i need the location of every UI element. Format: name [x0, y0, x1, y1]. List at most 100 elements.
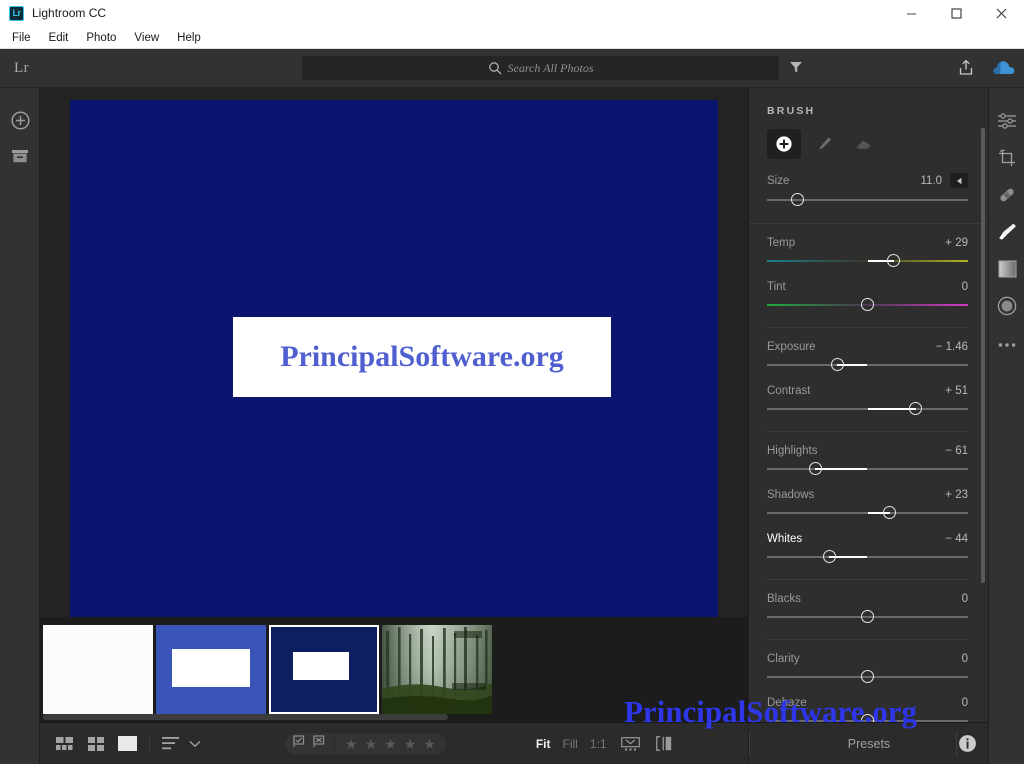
slider-knob[interactable]: [861, 298, 874, 311]
photo-canvas[interactable]: PrincipalSoftware.org: [40, 88, 748, 618]
window-titlebar: Lr Lightroom CC: [0, 0, 1024, 27]
slider-blacks: Blacks 0: [767, 580, 968, 624]
slider-label: Contrast: [767, 385, 811, 397]
photo-watermark: PrincipalSoftware.org: [233, 317, 611, 397]
zoom-fit-button[interactable]: Fit: [536, 737, 551, 751]
list-item[interactable]: [382, 625, 492, 714]
slider-value: 0: [961, 653, 968, 665]
list-item[interactable]: [43, 625, 153, 714]
cloud-sync-icon[interactable]: [992, 58, 1016, 83]
presets-button[interactable]: Presets: [848, 737, 890, 751]
slider-track[interactable]: [767, 670, 968, 684]
add-photos-icon[interactable]: [0, 102, 40, 138]
menu-photo[interactable]: Photo: [77, 29, 125, 47]
slider-knob[interactable]: [909, 402, 923, 415]
maximize-button[interactable]: [934, 0, 979, 27]
slider-label: Exposure: [767, 341, 816, 353]
menu-view[interactable]: View: [125, 29, 168, 47]
healing-brush-icon[interactable]: [989, 176, 1024, 213]
edit-sliders-icon[interactable]: [989, 102, 1024, 139]
center-column: PrincipalSoftware.org ★ ★ ★ ★ ★ Fit Fill…: [40, 88, 748, 764]
albums-icon[interactable]: [0, 138, 40, 174]
slider-knob[interactable]: [861, 670, 874, 683]
radial-gradient-icon[interactable]: [989, 287, 1024, 324]
slider-value: + 29: [945, 237, 968, 249]
star-2[interactable]: ★: [365, 737, 378, 751]
filter-icon[interactable]: [789, 60, 803, 79]
slider-track[interactable]: [767, 402, 968, 416]
zoom-1to1-button[interactable]: 1:1: [590, 737, 607, 751]
edited-photo[interactable]: PrincipalSoftware.org: [70, 100, 718, 618]
brush-erase-button[interactable]: [847, 129, 881, 159]
zoom-fill-button[interactable]: Fill: [562, 737, 577, 751]
menu-file[interactable]: File: [3, 29, 40, 47]
slider-temp: Temp + 29: [767, 224, 968, 268]
slider-label: Dehaze: [767, 697, 807, 709]
search-input[interactable]: Search All Photos: [302, 56, 779, 80]
grid-detail-icon[interactable]: [56, 736, 74, 751]
menu-help[interactable]: Help: [168, 29, 210, 47]
slider-track[interactable]: [767, 462, 968, 476]
info-icon[interactable]: [958, 734, 977, 758]
brush-size-control: Size 11.0: [749, 159, 988, 207]
panel-title: BRUSH: [767, 105, 816, 117]
crop-icon[interactable]: [989, 139, 1024, 176]
slider-knob[interactable]: [830, 358, 844, 371]
slider-knob[interactable]: [887, 254, 901, 267]
filmstrip-scrollbar[interactable]: [43, 714, 748, 720]
left-rail: [0, 88, 40, 764]
slider-value: 0: [961, 697, 968, 709]
adjustment-sliders: Temp + 29 Tint 0 Exposure − 1.46 Contrast + 51 H…: [749, 224, 988, 764]
slider-label: Blacks: [767, 593, 801, 605]
flag-pick-icon[interactable]: [293, 734, 306, 753]
lightroom-brand: Lr: [14, 59, 30, 76]
slider-label: Tint: [767, 281, 786, 293]
slider-knob[interactable]: [808, 462, 822, 475]
close-button[interactable]: [979, 0, 1024, 27]
list-item[interactable]: [269, 625, 379, 714]
app-logo-icon: Lr: [9, 5, 24, 21]
sort-icon[interactable]: [162, 737, 180, 750]
chevron-down-icon[interactable]: [189, 740, 201, 748]
minimize-button[interactable]: [889, 0, 934, 27]
before-after-icon[interactable]: [655, 736, 672, 751]
rating-filter-pill: ★ ★ ★ ★ ★: [285, 732, 446, 755]
star-4[interactable]: ★: [404, 737, 417, 751]
share-icon[interactable]: [958, 59, 974, 81]
presets-bar: Presets: [749, 722, 988, 764]
star-5[interactable]: ★: [423, 737, 436, 751]
slider-value: − 1.46: [935, 341, 968, 353]
grid-square-icon[interactable]: [88, 736, 104, 751]
slider-track[interactable]: [767, 254, 968, 268]
star-3[interactable]: ★: [384, 737, 397, 751]
slider-exposure: Exposure − 1.46: [767, 328, 968, 372]
slider-track[interactable]: [767, 610, 968, 624]
slider-value: 0: [961, 281, 968, 293]
scrollbar-thumb[interactable]: [43, 714, 448, 720]
flag-reject-icon[interactable]: [313, 734, 326, 753]
slider-track[interactable]: [767, 358, 968, 372]
star-rating[interactable]: ★ ★ ★ ★ ★: [335, 737, 446, 751]
slider-knob[interactable]: [883, 506, 897, 519]
brush-tool-icon[interactable]: [989, 213, 1024, 250]
slider-knob[interactable]: [822, 550, 836, 563]
brush-size-slider[interactable]: [767, 193, 968, 207]
menu-edit[interactable]: Edit: [40, 29, 78, 47]
slider-track[interactable]: [767, 550, 968, 564]
slider-value: − 44: [945, 533, 968, 545]
single-photo-icon[interactable]: [118, 736, 137, 751]
slider-label: Clarity: [767, 653, 800, 665]
linear-gradient-icon[interactable]: [989, 250, 1024, 287]
list-item[interactable]: [156, 625, 266, 714]
brush-paint-button[interactable]: [807, 129, 841, 159]
brush-add-button[interactable]: [767, 129, 801, 159]
caret-left-icon[interactable]: [950, 173, 968, 188]
filmstrip-toggle-icon[interactable]: [620, 736, 640, 751]
star-1[interactable]: ★: [345, 737, 358, 751]
slider-track[interactable]: [767, 298, 968, 312]
more-options-icon[interactable]: [989, 324, 1024, 361]
panel-scrollbar[interactable]: [981, 128, 985, 583]
slider-knob[interactable]: [861, 610, 874, 623]
slider-shadows: Shadows + 23: [767, 476, 968, 520]
slider-track[interactable]: [767, 506, 968, 520]
